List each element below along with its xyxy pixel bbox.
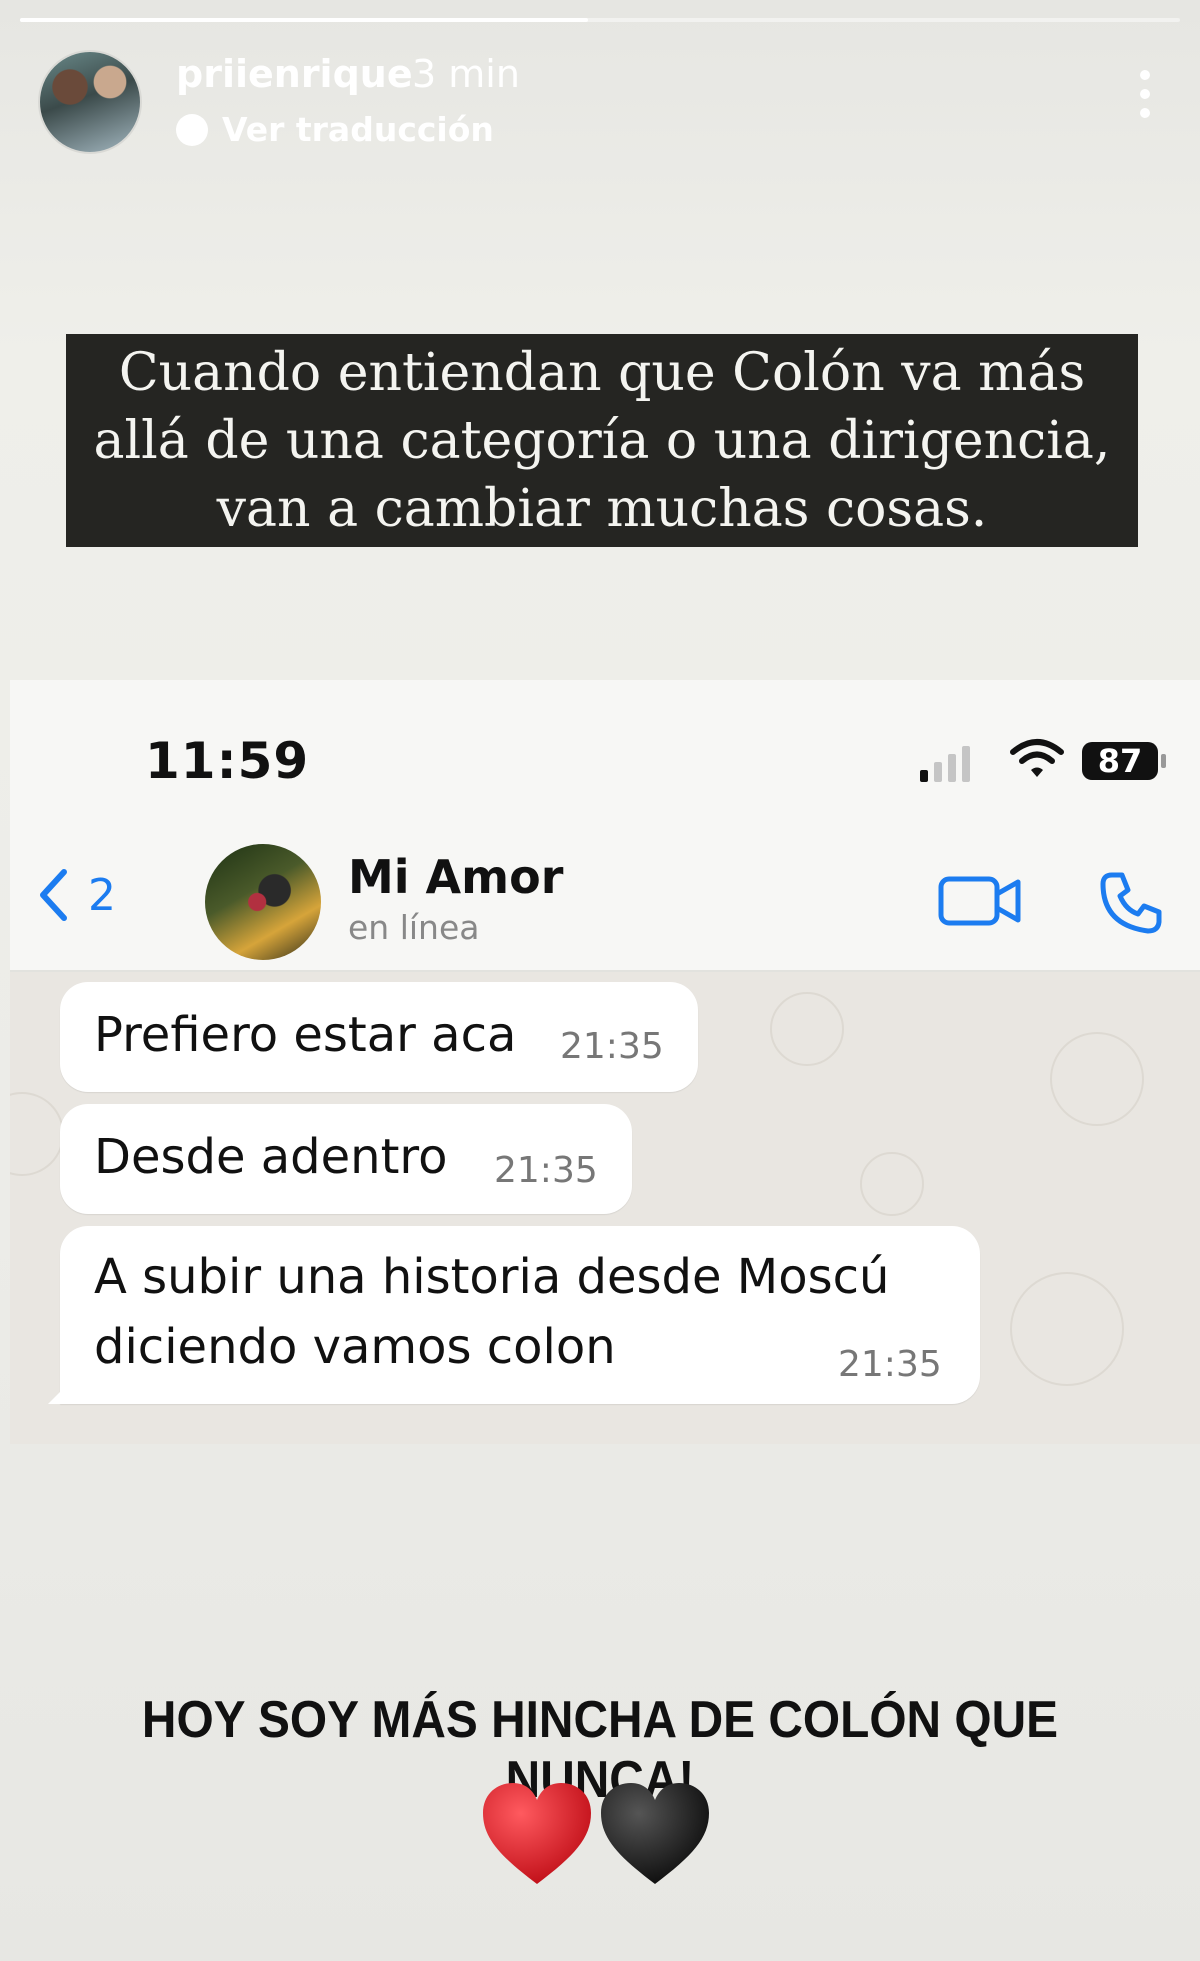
- contact-avatar[interactable]: [205, 844, 321, 960]
- phone-call-icon[interactable]: [1098, 870, 1164, 936]
- message-bubble[interactable]: Desde adentro 21:35: [60, 1104, 632, 1214]
- message-bubble[interactable]: Prefiero estar aca 21:35: [60, 982, 698, 1092]
- message-text: Desde adentro: [94, 1129, 448, 1185]
- translate-label: Ver traducción: [222, 110, 494, 149]
- quote-box: Cuando entiendan que Colón va más allá d…: [66, 334, 1138, 547]
- message-text: Prefiero estar aca: [94, 1007, 517, 1063]
- bubble-tail: [48, 1380, 72, 1404]
- story-progress-bar: [20, 18, 1180, 22]
- message-text-line: diciendo vamos colon: [94, 1319, 616, 1375]
- unread-count: 2: [88, 869, 116, 921]
- wallpaper-doodle: [860, 1152, 924, 1216]
- message-bubble[interactable]: A subir una historia desde Moscú diciend…: [48, 1226, 980, 1404]
- chat-area: Prefiero estar aca 21:35 Desde adentro 2…: [10, 972, 1200, 1444]
- status-bar-time: 11:59: [145, 732, 310, 790]
- wallpaper-doodle: [1050, 1032, 1144, 1126]
- chevron-left-icon: [40, 869, 67, 921]
- wallpaper-doodle: [1010, 1272, 1124, 1386]
- back-button[interactable]: 2: [38, 868, 116, 922]
- profile-avatar[interactable]: [38, 50, 142, 154]
- contact-status: en línea: [348, 908, 480, 947]
- translate-icon: [176, 113, 208, 146]
- post-time: 3 min: [412, 52, 520, 96]
- translate-link[interactable]: Ver traducción: [176, 110, 494, 149]
- message-time: 21:35: [494, 1150, 598, 1191]
- story-progress-fill: [20, 18, 589, 22]
- chat-screenshot: 11:59 87 2 Mi Amor en línea Prefiero est…: [10, 680, 1200, 1444]
- heart-emojis: [480, 1780, 712, 1890]
- wallpaper-doodle: [770, 992, 844, 1066]
- black-heart-icon: [601, 1783, 709, 1884]
- more-options-icon[interactable]: [1138, 70, 1152, 118]
- wifi-icon: [1010, 739, 1064, 777]
- red-heart-icon: [483, 1783, 591, 1884]
- message-text-line: A subir una historia desde Moscú: [94, 1249, 890, 1305]
- signal-icon: [920, 746, 970, 782]
- video-call-icon[interactable]: [938, 874, 1022, 928]
- message-time: 21:35: [838, 1344, 942, 1385]
- contact-name[interactable]: Mi Amor: [348, 850, 563, 904]
- battery-tip: [1161, 754, 1166, 768]
- username[interactable]: priienrique: [176, 52, 413, 96]
- message-time: 21:35: [560, 1026, 664, 1067]
- quote-text: Cuando entiendan que Colón va más allá d…: [93, 342, 1111, 539]
- battery-indicator: 87: [1082, 742, 1158, 780]
- wallpaper-doodle: [10, 1092, 64, 1176]
